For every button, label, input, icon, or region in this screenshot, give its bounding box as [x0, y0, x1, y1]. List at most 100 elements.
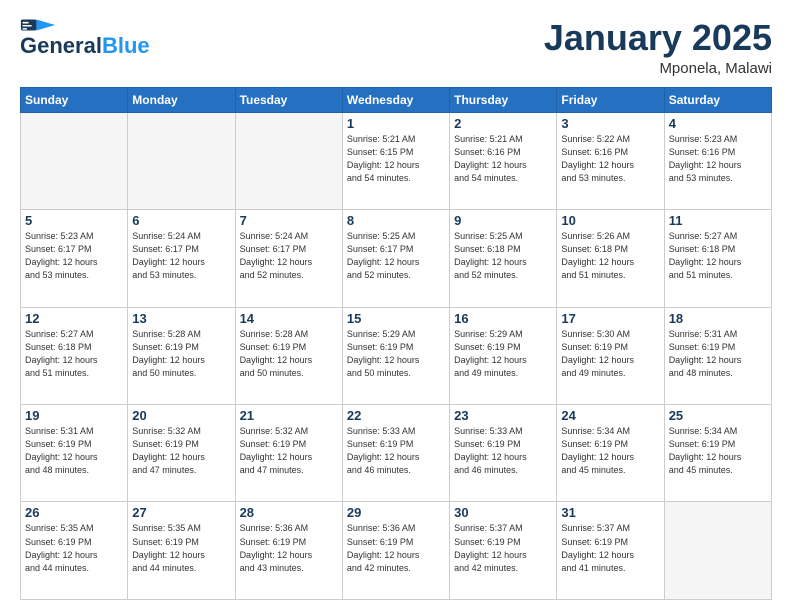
day-info: Sunrise: 5:29 AM Sunset: 6:19 PM Dayligh…: [347, 328, 445, 380]
day-info: Sunrise: 5:25 AM Sunset: 6:17 PM Dayligh…: [347, 230, 445, 282]
calendar-cell: 31 Sunrise: 5:37 AM Sunset: 6:19 PM Dayli…: [557, 502, 664, 600]
calendar-cell: 19Sunrise: 5:31 AM Sunset: 6:19 PM Dayli…: [21, 405, 128, 502]
calendar-table: SundayMondayTuesdayWednesdayThursdayFrid…: [20, 87, 772, 600]
day-info: Sunrise: 5:36 AM Sunset: 6:19 PM Dayligh…: [347, 522, 445, 574]
calendar-cell: 21 Sunrise: 5:32 AM Sunset: 6:19 PM Dayli…: [235, 405, 342, 502]
day-number: 11: [669, 213, 767, 228]
logo-general: General: [20, 34, 102, 58]
calendar-title: January 2025: [544, 18, 772, 58]
day-number: 24: [561, 408, 659, 423]
calendar-cell: 27 Sunrise: 5:35 AM Sunset: 6:19 PM Dayli…: [128, 502, 235, 600]
calendar-cell: 20Sunrise: 5:32 AM Sunset: 6:19 PM Dayli…: [128, 405, 235, 502]
calendar-cell: 10 Sunrise: 5:26 AM Sunset: 6:18 PM Dayli…: [557, 210, 664, 307]
calendar-cell: 22 Sunrise: 5:33 AM Sunset: 6:19 PM Dayli…: [342, 405, 449, 502]
day-number: 13: [132, 311, 230, 326]
day-info: Sunrise: 5:32 AM Sunset: 6:19 PM Dayligh…: [240, 425, 338, 477]
calendar-cell: 7 Sunrise: 5:24 AM Sunset: 6:17 PM Daylig…: [235, 210, 342, 307]
day-number: 1: [347, 116, 445, 131]
calendar-cell: 11 Sunrise: 5:27 AM Sunset: 6:18 PM Dayli…: [664, 210, 771, 307]
logo-icon: [20, 18, 56, 32]
day-number: 31: [561, 505, 659, 520]
day-info: Sunrise: 5:36 AM Sunset: 6:19 PM Dayligh…: [240, 522, 338, 574]
logo: GeneralBlue: [20, 18, 150, 58]
calendar-cell: [128, 112, 235, 209]
calendar-cell: 24 Sunrise: 5:34 AM Sunset: 6:19 PM Dayli…: [557, 405, 664, 502]
day-info: Sunrise: 5:37 AM Sunset: 6:19 PM Dayligh…: [454, 522, 552, 574]
day-info: Sunrise: 5:27 AM Sunset: 6:18 PM Dayligh…: [669, 230, 767, 282]
day-number: 22: [347, 408, 445, 423]
column-header-wednesday: Wednesday: [342, 87, 449, 112]
day-info: Sunrise: 5:22 AM Sunset: 6:16 PM Dayligh…: [561, 133, 659, 185]
day-info: Sunrise: 5:30 AM Sunset: 6:19 PM Dayligh…: [561, 328, 659, 380]
day-number: 2: [454, 116, 552, 131]
day-info: Sunrise: 5:34 AM Sunset: 6:19 PM Dayligh…: [669, 425, 767, 477]
day-info: Sunrise: 5:23 AM Sunset: 6:17 PM Dayligh…: [25, 230, 123, 282]
calendar-cell: 4Sunrise: 5:23 AM Sunset: 6:16 PM Daylig…: [664, 112, 771, 209]
day-info: Sunrise: 5:35 AM Sunset: 6:19 PM Dayligh…: [132, 522, 230, 574]
calendar-week-row: 19Sunrise: 5:31 AM Sunset: 6:19 PM Dayli…: [21, 405, 772, 502]
day-info: Sunrise: 5:37 AM Sunset: 6:19 PM Dayligh…: [561, 522, 659, 574]
calendar-cell: 29Sunrise: 5:36 AM Sunset: 6:19 PM Dayli…: [342, 502, 449, 600]
day-info: Sunrise: 5:21 AM Sunset: 6:15 PM Dayligh…: [347, 133, 445, 185]
calendar-cell: 9 Sunrise: 5:25 AM Sunset: 6:18 PM Daylig…: [450, 210, 557, 307]
calendar-cell: 5 Sunrise: 5:23 AM Sunset: 6:17 PM Daylig…: [21, 210, 128, 307]
calendar-cell: 14Sunrise: 5:28 AM Sunset: 6:19 PM Dayli…: [235, 307, 342, 404]
day-info: Sunrise: 5:25 AM Sunset: 6:18 PM Dayligh…: [454, 230, 552, 282]
day-number: 15: [347, 311, 445, 326]
calendar-header-row: SundayMondayTuesdayWednesdayThursdayFrid…: [21, 87, 772, 112]
calendar-cell: 23 Sunrise: 5:33 AM Sunset: 6:19 PM Dayli…: [450, 405, 557, 502]
calendar-cell: 12Sunrise: 5:27 AM Sunset: 6:18 PM Dayli…: [21, 307, 128, 404]
calendar-cell: 17 Sunrise: 5:30 AM Sunset: 6:19 PM Dayli…: [557, 307, 664, 404]
title-block: January 2025 Mponela, Malawi: [544, 18, 772, 77]
day-number: 25: [669, 408, 767, 423]
day-info: Sunrise: 5:29 AM Sunset: 6:19 PM Dayligh…: [454, 328, 552, 380]
calendar-cell: 16Sunrise: 5:29 AM Sunset: 6:19 PM Dayli…: [450, 307, 557, 404]
calendar-cell: 6Sunrise: 5:24 AM Sunset: 6:17 PM Daylig…: [128, 210, 235, 307]
calendar-cell: [235, 112, 342, 209]
column-header-saturday: Saturday: [664, 87, 771, 112]
column-header-tuesday: Tuesday: [235, 87, 342, 112]
day-number: 10: [561, 213, 659, 228]
calendar-cell: [21, 112, 128, 209]
day-info: Sunrise: 5:33 AM Sunset: 6:19 PM Dayligh…: [454, 425, 552, 477]
day-number: 30: [454, 505, 552, 520]
day-number: 5: [25, 213, 123, 228]
day-number: 26: [25, 505, 123, 520]
calendar-cell: 3 Sunrise: 5:22 AM Sunset: 6:16 PM Daylig…: [557, 112, 664, 209]
column-header-sunday: Sunday: [21, 87, 128, 112]
day-number: 7: [240, 213, 338, 228]
page: GeneralBlue January 2025 Mponela, Malawi…: [0, 0, 792, 612]
day-number: 3: [561, 116, 659, 131]
day-number: 4: [669, 116, 767, 131]
calendar-cell: 8Sunrise: 5:25 AM Sunset: 6:17 PM Daylig…: [342, 210, 449, 307]
day-info: Sunrise: 5:33 AM Sunset: 6:19 PM Dayligh…: [347, 425, 445, 477]
day-number: 28: [240, 505, 338, 520]
day-info: Sunrise: 5:32 AM Sunset: 6:19 PM Dayligh…: [132, 425, 230, 477]
calendar-cell: 15 Sunrise: 5:29 AM Sunset: 6:19 PM Dayli…: [342, 307, 449, 404]
calendar-week-row: 12Sunrise: 5:27 AM Sunset: 6:18 PM Dayli…: [21, 307, 772, 404]
calendar-subtitle: Mponela, Malawi: [544, 60, 772, 77]
column-header-thursday: Thursday: [450, 87, 557, 112]
day-info: Sunrise: 5:24 AM Sunset: 6:17 PM Dayligh…: [240, 230, 338, 282]
day-info: Sunrise: 5:21 AM Sunset: 6:16 PM Dayligh…: [454, 133, 552, 185]
logo-blue: Blue: [102, 34, 150, 58]
day-number: 27: [132, 505, 230, 520]
calendar-cell: 30 Sunrise: 5:37 AM Sunset: 6:19 PM Dayli…: [450, 502, 557, 600]
day-number: 23: [454, 408, 552, 423]
day-info: Sunrise: 5:34 AM Sunset: 6:19 PM Dayligh…: [561, 425, 659, 477]
calendar-cell: 18Sunrise: 5:31 AM Sunset: 6:19 PM Dayli…: [664, 307, 771, 404]
day-info: Sunrise: 5:31 AM Sunset: 6:19 PM Dayligh…: [669, 328, 767, 380]
calendar-week-row: 26 Sunrise: 5:35 AM Sunset: 6:19 PM Dayli…: [21, 502, 772, 600]
day-number: 21: [240, 408, 338, 423]
calendar-week-row: 1 Sunrise: 5:21 AM Sunset: 6:15 PM Daylig…: [21, 112, 772, 209]
day-info: Sunrise: 5:27 AM Sunset: 6:18 PM Dayligh…: [25, 328, 123, 380]
calendar-week-row: 5 Sunrise: 5:23 AM Sunset: 6:17 PM Daylig…: [21, 210, 772, 307]
calendar-cell: 2 Sunrise: 5:21 AM Sunset: 6:16 PM Daylig…: [450, 112, 557, 209]
day-info: Sunrise: 5:26 AM Sunset: 6:18 PM Dayligh…: [561, 230, 659, 282]
calendar-cell: 25 Sunrise: 5:34 AM Sunset: 6:19 PM Dayli…: [664, 405, 771, 502]
day-number: 9: [454, 213, 552, 228]
day-number: 17: [561, 311, 659, 326]
header: GeneralBlue January 2025 Mponela, Malawi: [20, 18, 772, 77]
day-info: Sunrise: 5:24 AM Sunset: 6:17 PM Dayligh…: [132, 230, 230, 282]
calendar-cell: 13Sunrise: 5:28 AM Sunset: 6:19 PM Dayli…: [128, 307, 235, 404]
